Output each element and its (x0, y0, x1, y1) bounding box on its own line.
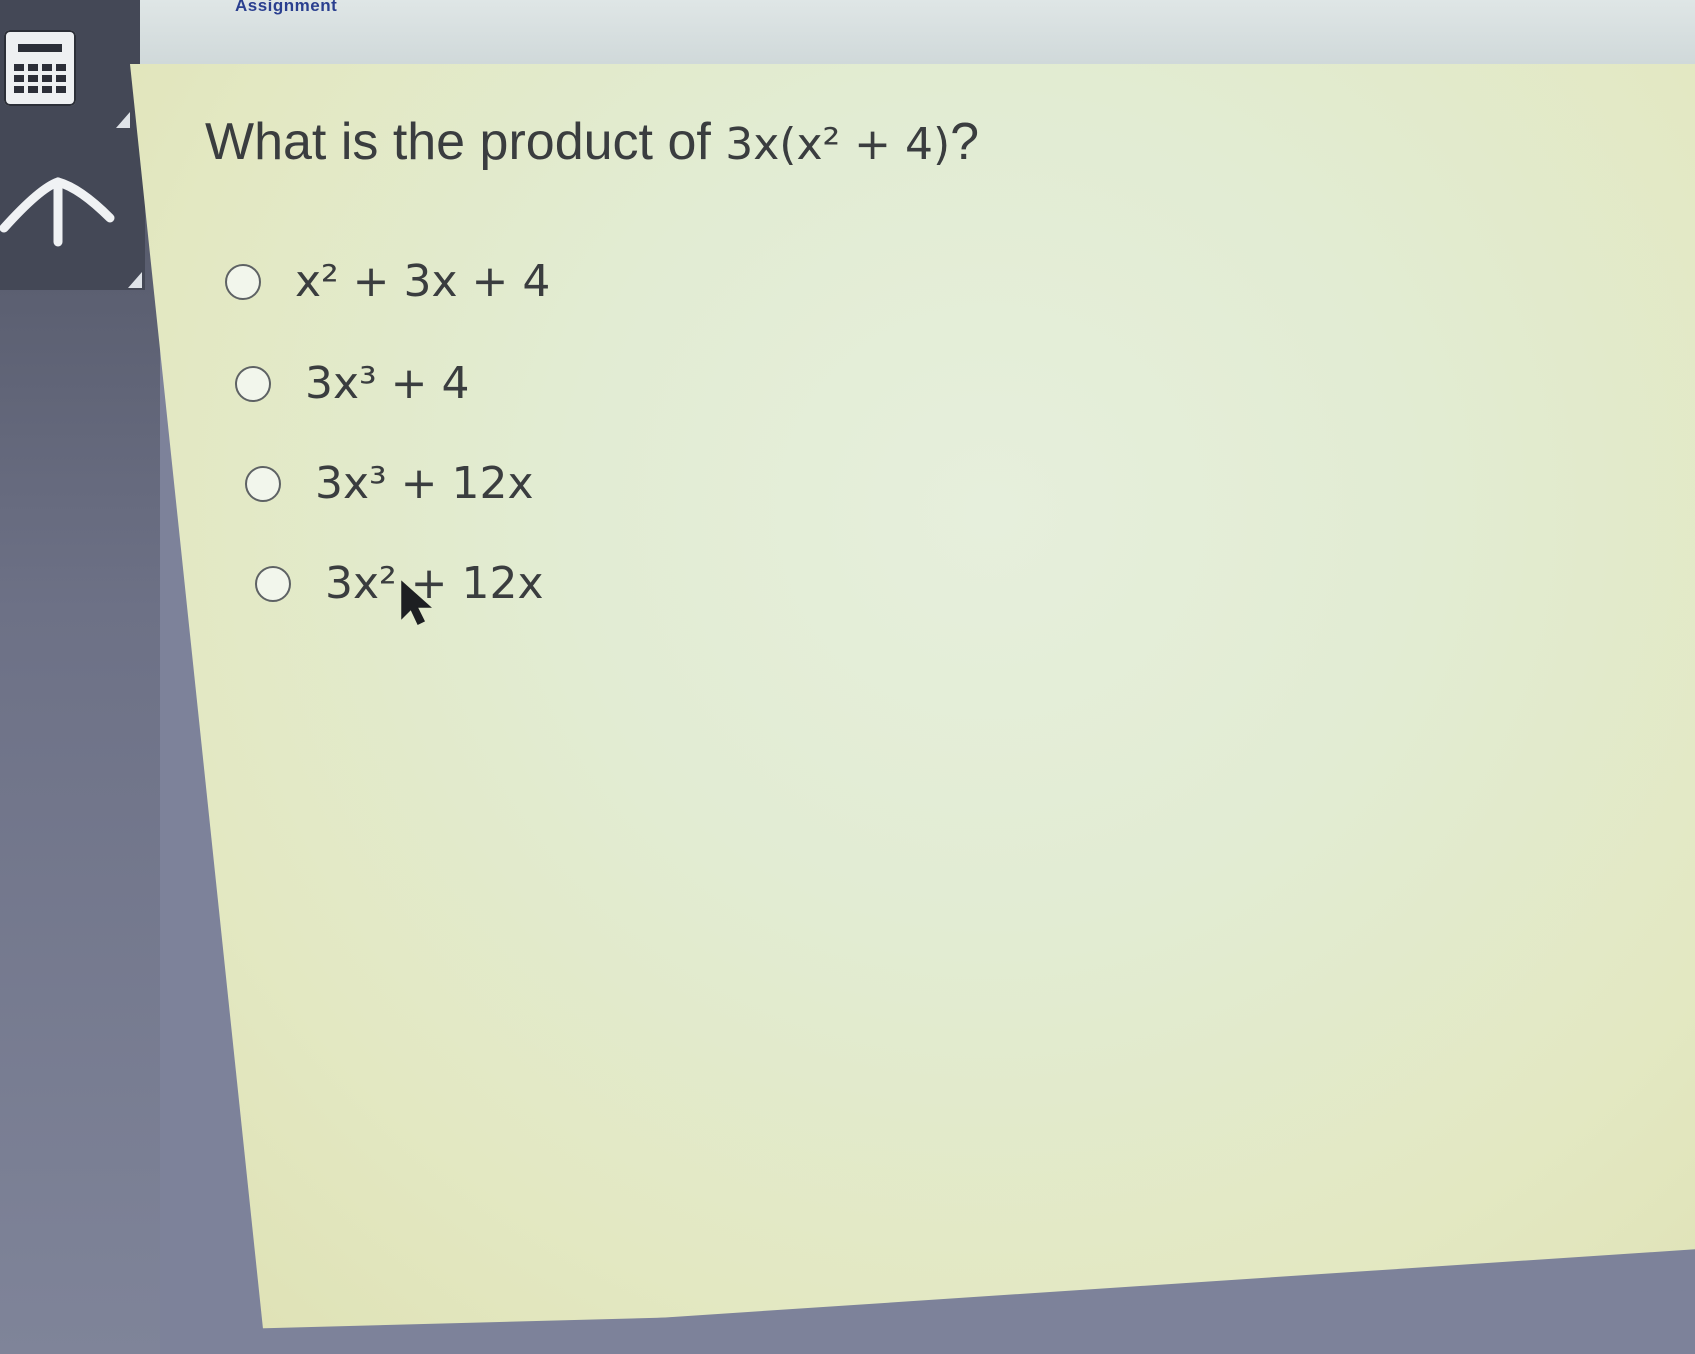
mouse-pointer-icon (401, 580, 432, 626)
tool-panel (0, 0, 145, 290)
option-label: x² + 3x + 4 (295, 256, 551, 307)
radio-button[interactable] (235, 365, 271, 402)
up-arrow-icon (0, 177, 115, 247)
radio-button[interactable] (245, 465, 281, 502)
header-bar (140, 0, 1695, 68)
option-label: 3x³ + 12x (315, 458, 534, 509)
question-text: What is the product of 3x(x² + 4)? (205, 112, 979, 172)
calculator-icon (14, 44, 66, 93)
question-prefix: What is the product of (205, 113, 726, 171)
answer-option-3[interactable]: 3x³ + 12x (245, 458, 534, 509)
answer-option-1[interactable]: x² + 3x + 4 (225, 256, 550, 307)
up-arrow-button[interactable] (0, 170, 115, 250)
calculator-button[interactable] (4, 30, 76, 106)
left-sidebar (0, 0, 160, 1354)
radio-button[interactable] (255, 565, 291, 602)
question-expression: 3x(x² + 4) (725, 119, 951, 170)
radio-button[interactable] (225, 263, 261, 300)
breadcrumb[interactable]: Assignment (235, 0, 337, 16)
option-label: 3x³ + 4 (305, 358, 470, 409)
question-suffix: ? (950, 113, 980, 171)
collapse-marker-icon (116, 112, 130, 128)
answer-option-2[interactable]: 3x³ + 4 (235, 358, 470, 409)
collapse-marker-icon (128, 272, 142, 288)
